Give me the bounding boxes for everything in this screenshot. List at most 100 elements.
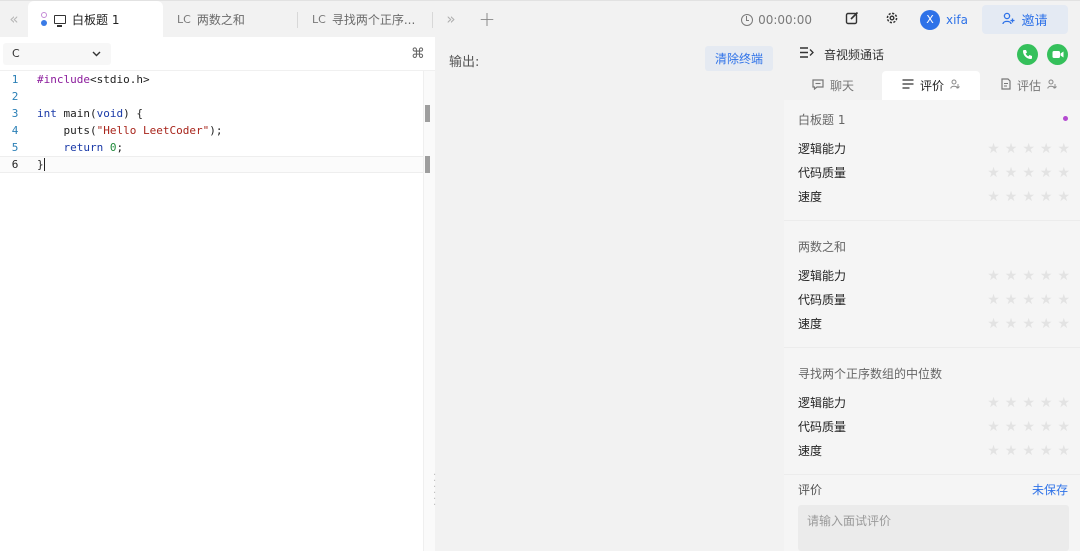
star-icon[interactable]: ★: [1005, 396, 1018, 410]
star-icon[interactable]: ★: [1022, 142, 1035, 156]
document-icon: [1001, 78, 1011, 93]
star-icon[interactable]: ★: [1022, 420, 1035, 434]
star-icon[interactable]: ★: [1057, 420, 1070, 434]
command-shortcut-icon[interactable]: ⌘: [411, 46, 425, 62]
star-icon[interactable]: ★: [1040, 420, 1053, 434]
star-icon[interactable]: ★: [1040, 142, 1053, 156]
star-icon[interactable]: ★: [1040, 444, 1053, 458]
star-icon[interactable]: ★: [1040, 317, 1053, 331]
evaluation-form: 白板题 1 逻辑能力 ★ ★ ★ ★ ★ 代码质量 ★ ★ ★ ★ ★ 速度 ★ ★ ★ ★ ★ 两数之…: [784, 100, 1080, 551]
star-icon[interactable]: ★: [1022, 444, 1035, 458]
code-text[interactable]: }: [30, 158, 45, 172]
star-icon[interactable]: ★: [1005, 420, 1018, 434]
username[interactable]: xifa: [946, 13, 968, 27]
star-icon[interactable]: ★: [987, 293, 1000, 307]
code-line[interactable]: 2: [0, 88, 423, 105]
star-icon[interactable]: ★: [987, 190, 1000, 204]
status-dot: [1063, 116, 1068, 121]
criterion-label: 逻辑能力: [798, 142, 847, 156]
star-icon[interactable]: ★: [1005, 190, 1018, 204]
star-rating[interactable]: ★ ★ ★ ★ ★: [982, 269, 1070, 283]
star-icon[interactable]: ★: [1057, 190, 1070, 204]
star-icon[interactable]: ★: [987, 420, 1000, 434]
star-icon[interactable]: ★: [1057, 293, 1070, 307]
criterion-label: 速度: [798, 317, 823, 331]
collapse-left-icon[interactable]: «: [0, 1, 28, 38]
star-icon[interactable]: ★: [1040, 166, 1053, 180]
star-icon[interactable]: ★: [1022, 166, 1035, 180]
star-icon[interactable]: ★: [1057, 142, 1070, 156]
star-icon[interactable]: ★: [987, 142, 1000, 156]
video-call-button[interactable]: [1047, 44, 1068, 65]
star-rating[interactable]: ★ ★ ★ ★ ★: [982, 317, 1070, 331]
code-text[interactable]: return 0;: [30, 141, 124, 154]
code-area[interactable]: 1 #include<stdio.h> 2 3 int main(void) {…: [0, 71, 423, 173]
star-rating[interactable]: ★ ★ ★ ★ ★: [982, 444, 1070, 458]
star-icon[interactable]: ★: [987, 444, 1000, 458]
code-text[interactable]: puts("Hello LeetCoder");: [30, 124, 222, 137]
star-icon[interactable]: ★: [1022, 293, 1035, 307]
star-icon[interactable]: ★: [1057, 396, 1070, 410]
tab-median-two-arrays[interactable]: LC 寻找两个正序...: [298, 1, 433, 38]
star-icon[interactable]: ★: [1057, 444, 1070, 458]
star-icon[interactable]: ★: [1040, 293, 1053, 307]
lc-icon: LC: [177, 12, 191, 26]
star-rating[interactable]: ★ ★ ★ ★ ★: [982, 190, 1070, 204]
star-rating[interactable]: ★ ★ ★ ★ ★: [982, 166, 1070, 180]
code-line[interactable]: 4 puts("Hello LeetCoder");: [0, 122, 423, 139]
tab-evaluate[interactable]: 评价: [882, 71, 980, 100]
star-icon[interactable]: ★: [987, 166, 1000, 180]
language-select[interactable]: C: [3, 42, 111, 65]
code-line[interactable]: 1 #include<stdio.h>: [0, 71, 423, 88]
star-icon[interactable]: ★: [1022, 317, 1035, 331]
comment-label: 评价: [798, 483, 823, 497]
code-line-current[interactable]: 6 }: [0, 156, 423, 173]
star-icon[interactable]: ★: [1005, 317, 1018, 331]
avatar[interactable]: X: [919, 9, 940, 30]
code-text[interactable]: #include<stdio.h>: [30, 73, 150, 86]
star-icon[interactable]: ★: [1057, 166, 1070, 180]
code-editor[interactable]: C ⌘ 1 #include<stdio.h> 2 3 int main(voi…: [0, 37, 435, 551]
resize-handle-icon[interactable]: · · · · · ·: [433, 471, 437, 511]
code-line[interactable]: 5 return 0;: [0, 139, 423, 156]
code-text[interactable]: int main(void) {: [30, 107, 143, 120]
settings-gear-icon[interactable]: [872, 11, 912, 29]
star-icon[interactable]: ★: [1005, 293, 1018, 307]
edit-icon[interactable]: [832, 11, 872, 29]
add-tab-icon[interactable]: +: [469, 7, 505, 31]
star-icon[interactable]: ★: [1040, 269, 1053, 283]
star-icon[interactable]: ★: [1022, 269, 1035, 283]
invite-button[interactable]: 邀请: [982, 5, 1068, 34]
star-icon[interactable]: ★: [1022, 190, 1035, 204]
star-icon[interactable]: ★: [1057, 317, 1070, 331]
star-icon[interactable]: ★: [1005, 142, 1018, 156]
star-icon[interactable]: ★: [1005, 166, 1018, 180]
menu-collapse-icon[interactable]: [800, 46, 814, 62]
criterion-label: 逻辑能力: [798, 396, 847, 410]
star-icon[interactable]: ★: [987, 317, 1000, 331]
section-title: 寻找两个正序数组的中位数: [798, 367, 943, 381]
tab-two-sum[interactable]: LC 两数之和: [163, 1, 298, 38]
tab-chat[interactable]: 聊天: [784, 71, 882, 100]
rating-row: 代码质量 ★ ★ ★ ★ ★: [798, 164, 1070, 181]
output-pane: · · · · · · 输出: 清除终端: [433, 37, 784, 551]
star-icon[interactable]: ★: [1022, 396, 1035, 410]
star-icon[interactable]: ★: [1040, 396, 1053, 410]
star-rating[interactable]: ★ ★ ★ ★ ★: [982, 396, 1070, 410]
tab-whiteboard-1[interactable]: 白板题 1: [28, 0, 163, 38]
star-icon[interactable]: ★: [987, 396, 1000, 410]
code-line[interactable]: 3 int main(void) {: [0, 105, 423, 122]
star-rating[interactable]: ★ ★ ★ ★ ★: [982, 420, 1070, 434]
star-rating[interactable]: ★ ★ ★ ★ ★: [982, 142, 1070, 156]
star-rating[interactable]: ★ ★ ★ ★ ★: [982, 293, 1070, 307]
voice-call-button[interactable]: [1017, 44, 1038, 65]
comment-input[interactable]: [798, 505, 1069, 551]
star-icon[interactable]: ★: [987, 269, 1000, 283]
star-icon[interactable]: ★: [1005, 444, 1018, 458]
star-icon[interactable]: ★: [1005, 269, 1018, 283]
clear-terminal-button[interactable]: 清除终端: [705, 46, 773, 71]
tab-assessment[interactable]: 评估: [980, 71, 1078, 100]
more-tabs-icon[interactable]: »: [433, 10, 469, 28]
star-icon[interactable]: ★: [1040, 190, 1053, 204]
star-icon[interactable]: ★: [1057, 269, 1070, 283]
